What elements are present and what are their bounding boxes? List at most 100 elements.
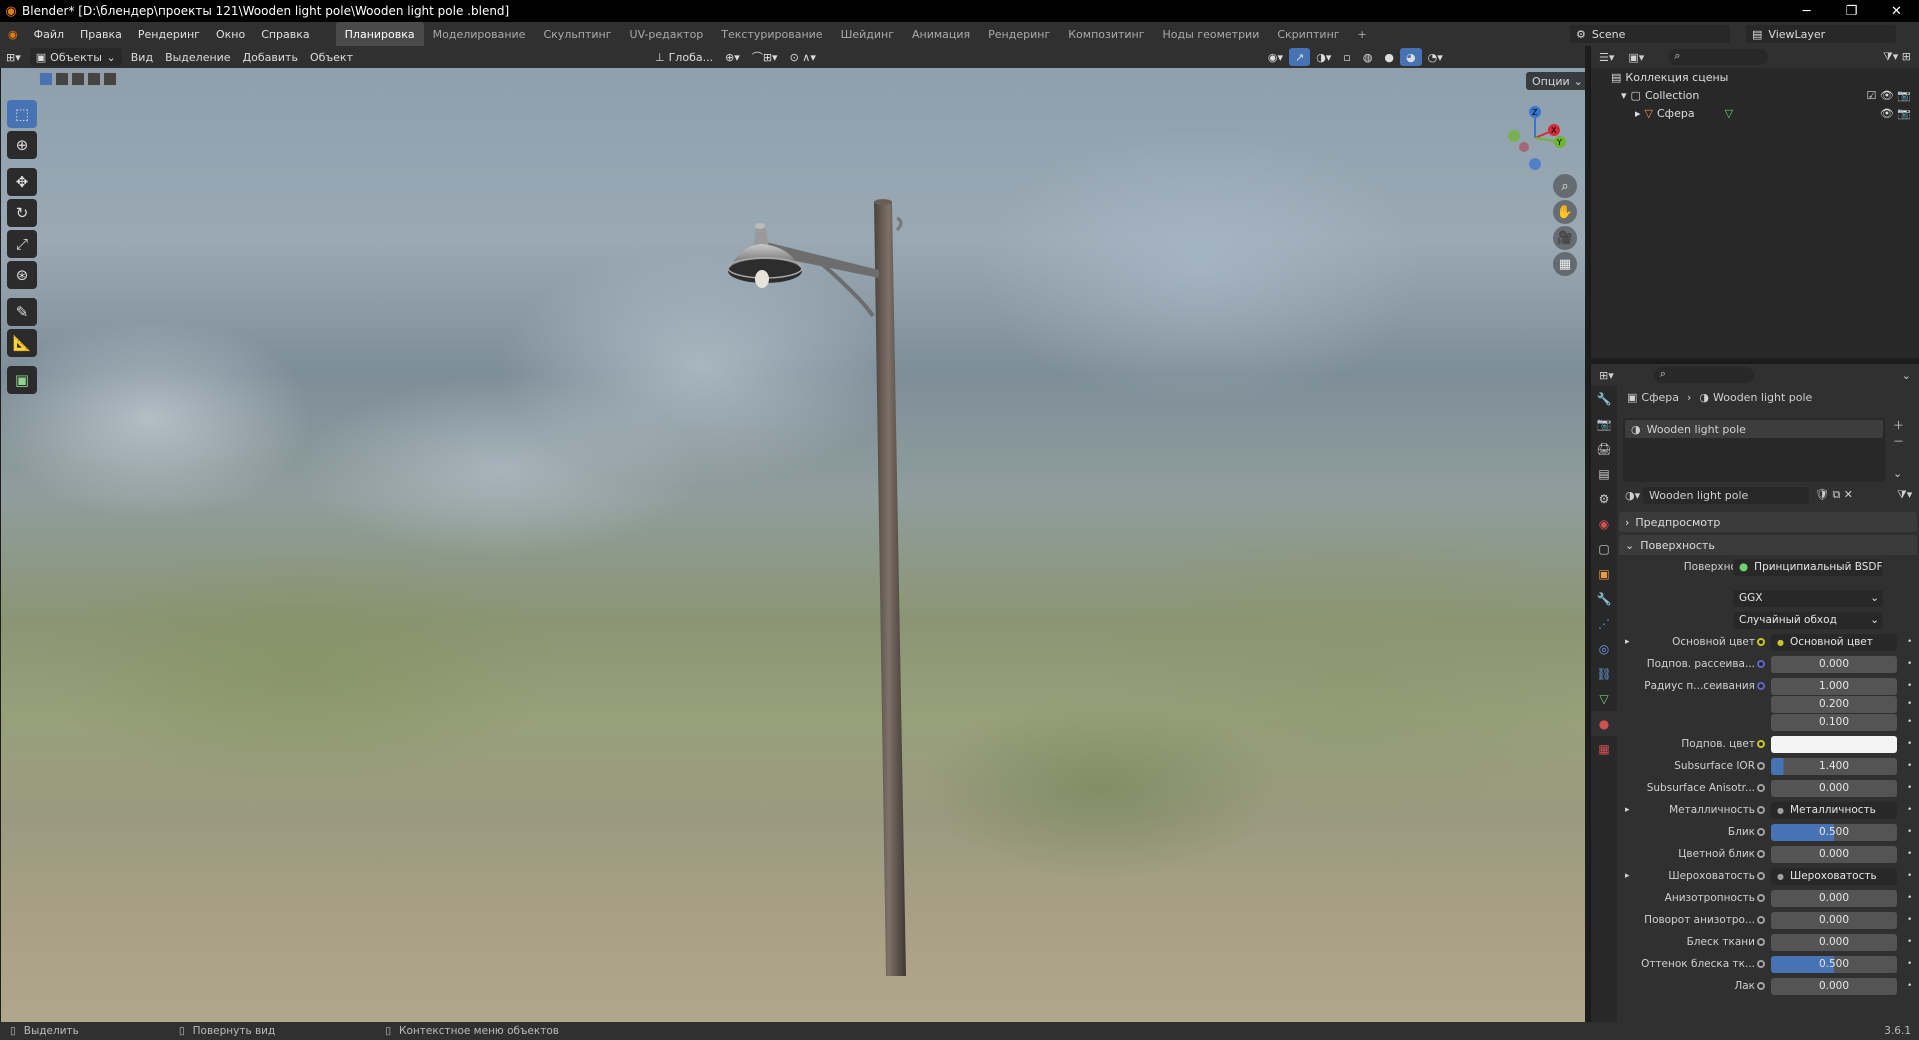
keyframe-dot-icon[interactable]: • <box>1907 699 1912 709</box>
view-layer-selector[interactable]: ▤ ViewLayer <box>1746 25 1896 43</box>
tab-uv-editing[interactable]: UV-редактор <box>621 22 713 46</box>
number-field[interactable]: 0.000 <box>1771 977 1897 995</box>
keyframe-dot-icon[interactable]: • <box>1907 893 1912 903</box>
chevron-down-icon[interactable]: ⌄ <box>1902 369 1911 382</box>
collection-tab-icon[interactable]: ▢ <box>1591 536 1617 561</box>
keyframe-dot-icon[interactable]: • <box>1907 937 1912 947</box>
keyframe-dot-icon[interactable]: • <box>1907 849 1912 859</box>
outliner-search-input[interactable]: ⌕ <box>1668 49 1769 65</box>
keyframe-dot-icon[interactable]: • <box>1907 915 1912 925</box>
keyframe-dot-icon[interactable]: • <box>1907 739 1912 749</box>
expand-arrow-icon[interactable]: ▸ <box>1625 637 1630 647</box>
navigation-gizmo[interactable]: Z X Y <box>1500 100 1570 170</box>
expand-arrow-icon[interactable]: ▾ <box>1621 89 1627 102</box>
annotate-icon[interactable]: ✎ <box>7 298 37 326</box>
scene-selector[interactable]: ⚙ Scene <box>1570 25 1730 43</box>
distribution-dropdown[interactable]: GGX ⌄ <box>1733 589 1883 607</box>
maximize-button[interactable]: ❐ <box>1829 0 1874 22</box>
tab-modeling[interactable]: Моделирование <box>424 22 535 46</box>
outliner-row-scene-collection[interactable]: ▤ Коллекция сцены <box>1591 68 1919 86</box>
physics-tab-icon[interactable]: ◎ <box>1591 636 1617 661</box>
expand-arrow-icon[interactable]: ▸ <box>1625 871 1630 881</box>
pan-hand-icon[interactable]: ✋ <box>1553 200 1577 224</box>
solid-shading-icon[interactable]: ● <box>1378 48 1400 66</box>
select-invert-icon[interactable] <box>87 72 101 86</box>
keyframe-dot-icon[interactable]: • <box>1907 959 1912 969</box>
collection-toggles[interactable]: ☑ 👁 📷 <box>1866 89 1911 102</box>
menu-help[interactable]: Справка <box>253 28 317 41</box>
tab-layout[interactable]: Планировка <box>335 22 424 46</box>
texture-tab-icon[interactable]: ▦ <box>1591 736 1617 761</box>
keyframe-dot-icon[interactable]: • <box>1907 717 1912 727</box>
overlay-icon[interactable]: ◑▾ <box>1310 48 1337 66</box>
socket-dot-icon[interactable] <box>1757 638 1765 646</box>
keyframe-dot-icon[interactable]: • <box>1907 783 1912 793</box>
object-tab-icon[interactable]: ▣ <box>1591 561 1617 586</box>
select-intersect-icon[interactable] <box>103 72 117 86</box>
socket-dot-icon[interactable] <box>1757 938 1765 946</box>
menu-add[interactable]: Добавить <box>237 48 304 66</box>
socket-dot-icon[interactable] <box>1757 916 1765 924</box>
cursor-icon[interactable]: ⊕ <box>7 131 37 159</box>
material-datablock[interactable]: ◑▾ Wooden light pole 🛡 ⧉ ✕ ⧩▾ <box>1617 486 1919 504</box>
socket-dot-icon[interactable] <box>1757 982 1765 990</box>
number-field[interactable]: 1.000 <box>1771 677 1897 695</box>
slider-field[interactable]: 1.400 <box>1771 757 1897 775</box>
select-new-icon[interactable] <box>39 72 53 86</box>
material-browse-icon[interactable]: ◑▾ <box>1625 489 1640 502</box>
color-swatch[interactable] <box>1771 735 1897 753</box>
number-field[interactable]: 0.000 <box>1771 779 1897 797</box>
3d-viewport[interactable]: ⬚ ⊕ ✥ ↻ ⤢ ⊛ ✎ 📐 ▣ Опции ⌄ Z X Y ⌕ ✋ 🎥 ▦ <box>1 68 1585 1022</box>
orientation-dropdown[interactable]: ⊥ Глоба... <box>649 48 719 66</box>
keyframe-dot-icon[interactable]: • <box>1907 681 1912 691</box>
menu-window[interactable]: Окно <box>208 28 253 41</box>
tab-scripting[interactable]: Скриптинг <box>1268 22 1348 46</box>
display-mode-icon[interactable]: ▣▾ <box>1628 51 1644 64</box>
tab-geometry-nodes[interactable]: Ноды геометрии <box>1154 22 1269 46</box>
outliner-row-collection[interactable]: ▾ ▢ Collection ☑ 👁 📷 <box>1591 86 1919 104</box>
tool-tab-icon[interactable]: 🔧 <box>1591 386 1617 411</box>
scene-tab-icon[interactable]: ⚙ <box>1591 486 1617 511</box>
perspective-grid-icon[interactable]: ▦ <box>1553 252 1577 276</box>
snap-icon[interactable]: ⌒⊞▾ <box>746 48 784 66</box>
filter-icon[interactable]: ⧩▾ ⊞ <box>1883 50 1911 64</box>
xray-icon[interactable]: ▫ <box>1337 48 1356 66</box>
render-tab-icon[interactable]: 📷 <box>1591 411 1617 436</box>
socket-dot-icon[interactable] <box>1757 660 1765 668</box>
tab-compositing[interactable]: Композитинг <box>1059 22 1153 46</box>
constraints-tab-icon[interactable]: ⛓ <box>1591 661 1617 686</box>
tab-sculpting[interactable]: Скульптинг <box>534 22 620 46</box>
properties-editor-icon[interactable]: ⊞▾ <box>1599 369 1614 382</box>
outliner-editor-icon[interactable]: ☰▾ <box>1599 51 1614 64</box>
options-dropdown[interactable]: Опции ⌄ <box>1526 72 1585 90</box>
socket-dot-icon[interactable] <box>1757 682 1765 690</box>
surface-section-header[interactable]: ⌄ Поверхность <box>1619 535 1917 555</box>
particles-tab-icon[interactable]: ⋰ <box>1591 611 1617 636</box>
transform-icon[interactable]: ⊛ <box>7 261 37 289</box>
number-field[interactable]: 0.000 <box>1771 845 1897 863</box>
material-tab-icon[interactable]: ● <box>1591 711 1617 736</box>
socket-dot-icon[interactable] <box>1757 762 1765 770</box>
socket-dot-icon[interactable] <box>1757 828 1765 836</box>
tab-animation[interactable]: Анимация <box>903 22 979 46</box>
select-subtract-icon[interactable] <box>71 72 85 86</box>
zoom-icon[interactable]: ⌕ <box>1553 174 1577 198</box>
linked-socket-field[interactable]: ● Шероховатость <box>1771 867 1897 885</box>
properties-search-input[interactable]: ⌕ <box>1653 367 1754 383</box>
number-field[interactable]: 0.100 <box>1771 713 1897 731</box>
tab-texture-paint[interactable]: Текстурирование <box>712 22 831 46</box>
close-button[interactable]: ✕ <box>1874 0 1919 22</box>
gizmo-toggle-icon[interactable]: ↗ <box>1289 48 1311 66</box>
tab-rendering[interactable]: Рендеринг <box>979 22 1059 46</box>
editor-type-icon[interactable]: ⊞▾ <box>0 48 27 66</box>
preview-section-header[interactable]: › Предпросмотр <box>1619 512 1917 532</box>
keyframe-dot-icon[interactable]: • <box>1907 637 1912 647</box>
modifier-tab-icon[interactable]: 🔧 <box>1591 586 1617 611</box>
slider-field[interactable]: 0.500 <box>1771 955 1897 973</box>
keyframe-dot-icon[interactable]: • <box>1907 659 1912 669</box>
menu-render[interactable]: Рендеринг <box>130 28 208 41</box>
socket-dot-icon[interactable] <box>1757 740 1765 748</box>
expand-arrow-icon[interactable]: ▸ <box>1625 805 1630 815</box>
fake-user-icon[interactable]: 🛡 ⧉ ✕ <box>1815 488 1853 502</box>
keyframe-dot-icon[interactable]: • <box>1907 805 1912 815</box>
